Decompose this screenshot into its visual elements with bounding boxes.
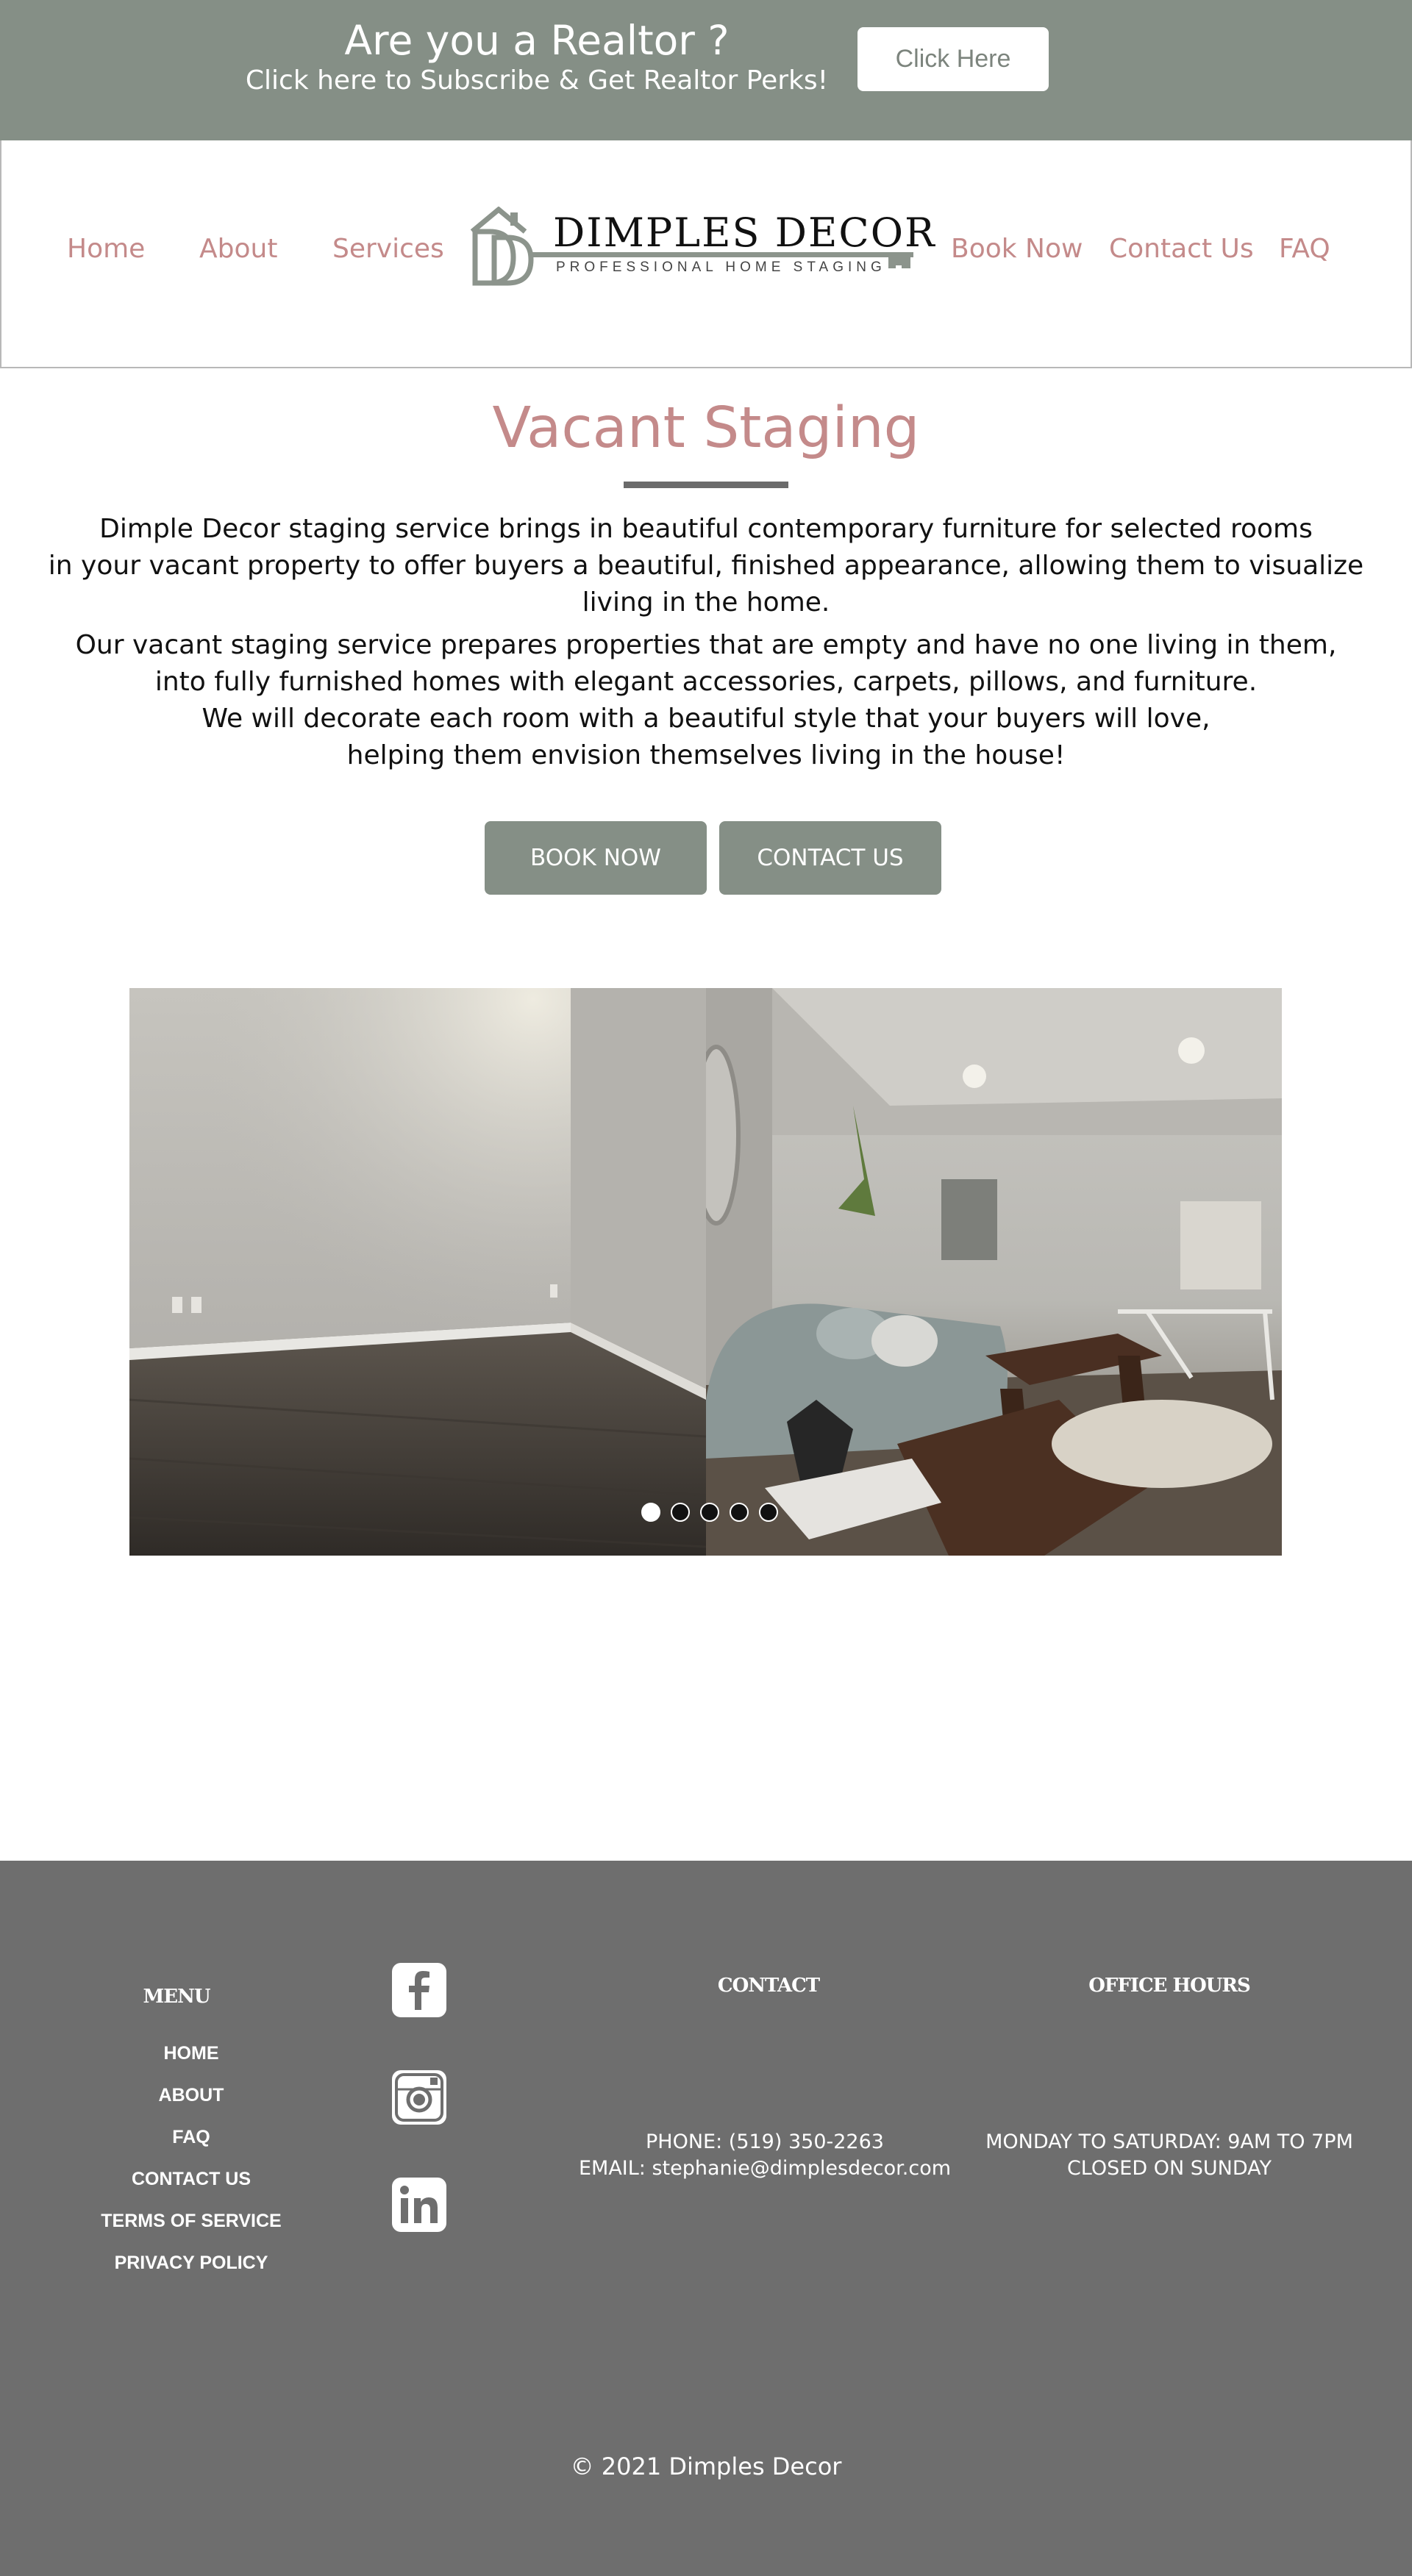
footer-hours-weekdays: MONDAY TO SATURDAY: 9AM TO 7PM	[985, 2130, 1353, 2153]
service-paragraph: Our vacant staging service prepares prop…	[29, 627, 1383, 774]
footer-phone[interactable]: PHONE: (519) 350-2263	[544, 2129, 985, 2155]
realtor-click-here-button[interactable]: Click Here	[857, 27, 1049, 91]
before-after-slideshow[interactable]	[129, 988, 1282, 1556]
footer-email[interactable]: EMAIL: stephanie@dimplesdecor.com	[544, 2155, 985, 2182]
nav-contact-us[interactable]: Contact Us	[1109, 232, 1254, 266]
nav-services[interactable]: Services	[332, 232, 444, 266]
nav-faq[interactable]: FAQ	[1279, 232, 1330, 266]
banner-title: Are you a Realtor ?	[344, 17, 730, 64]
staged-room-photo	[706, 988, 1282, 1556]
realtor-banner: Are you a Realtor ? Click here to Subscr…	[0, 0, 1412, 140]
logo-tagline: PROFESSIONAL HOME STAGING	[556, 260, 886, 275]
footer-link-about[interactable]: ABOUT	[44, 2085, 338, 2106]
footer-hours-heading: OFFICE HOURS	[1088, 1975, 1251, 1997]
facebook-icon[interactable]	[391, 1961, 448, 2019]
service-line: Our vacant staging service prepares prop…	[75, 630, 1337, 660]
intro-line: in your vacant property to offer buyers …	[48, 551, 1364, 581]
footer-link-contact-us[interactable]: CONTACT US	[44, 2169, 338, 2190]
nav-home[interactable]: Home	[67, 232, 145, 266]
footer-link-home[interactable]: HOME	[44, 2043, 338, 2064]
linkedin-icon[interactable]	[391, 2176, 448, 2233]
banner-text[interactable]: Are you a Realtor ? Click here to Subscr…	[243, 16, 831, 97]
slideshow-pagination	[641, 1503, 778, 1522]
service-line: helping them envision themselves living …	[346, 740, 1066, 770]
service-line: We will decorate each room with a beauti…	[202, 704, 1210, 734]
footer-hours-sunday: CLOSED ON SUNDAY	[1066, 2157, 1272, 2180]
site-logo[interactable]: DIMPLES DECOR PROFESSIONAL HOME STAGING	[469, 207, 935, 295]
banner-subtitle: Click here to Subscribe & Get Realtor Pe…	[245, 65, 829, 96]
vacant-room-photo	[129, 988, 706, 1556]
main-content: Vacant Staging Dimple Decor staging serv…	[0, 368, 1412, 1861]
nav-about[interactable]: About	[199, 232, 277, 266]
intro-line: Dimple Decor staging service brings in b…	[99, 514, 1313, 544]
page-title: Vacant Staging	[492, 396, 920, 461]
footer-link-privacy-policy[interactable]: PRIVACY POLICY	[44, 2253, 338, 2274]
footer-contact-heading: CONTACT	[717, 1975, 820, 1997]
footer-link-terms-of-service[interactable]: TERMS OF SERVICE	[44, 2211, 338, 2232]
intro-line: living in the home.	[582, 587, 830, 618]
nav-book-now[interactable]: Book Now	[951, 232, 1083, 266]
footer-menu-heading: MENU	[143, 1986, 210, 2008]
slide-dot-4[interactable]	[730, 1503, 749, 1522]
footer-link-faq[interactable]: FAQ	[44, 2127, 338, 2148]
slide-dot-1[interactable]	[641, 1503, 660, 1522]
service-line: into fully furnished homes with elegant …	[154, 667, 1258, 697]
site-header: Home About Services DIMPLES DECOR PROFES…	[0, 140, 1412, 368]
footer-copyright: © 2021 Dimples Decor	[570, 2452, 842, 2480]
site-footer: MENU HOME ABOUT FAQ CONTACT US TERMS OF …	[0, 1861, 1412, 2576]
intro-paragraph: Dimple Decor staging service brings in b…	[29, 511, 1383, 621]
contact-us-button[interactable]: CONTACT US	[719, 821, 941, 895]
logo-name: DIMPLES DECOR	[553, 210, 936, 256]
book-now-button[interactable]: BOOK NOW	[485, 821, 707, 895]
title-divider	[624, 482, 788, 488]
instagram-icon[interactable]	[391, 2069, 448, 2126]
slide-dot-2[interactable]	[671, 1503, 690, 1522]
slide-dot-5[interactable]	[759, 1503, 778, 1522]
slide-dot-3[interactable]	[700, 1503, 719, 1522]
